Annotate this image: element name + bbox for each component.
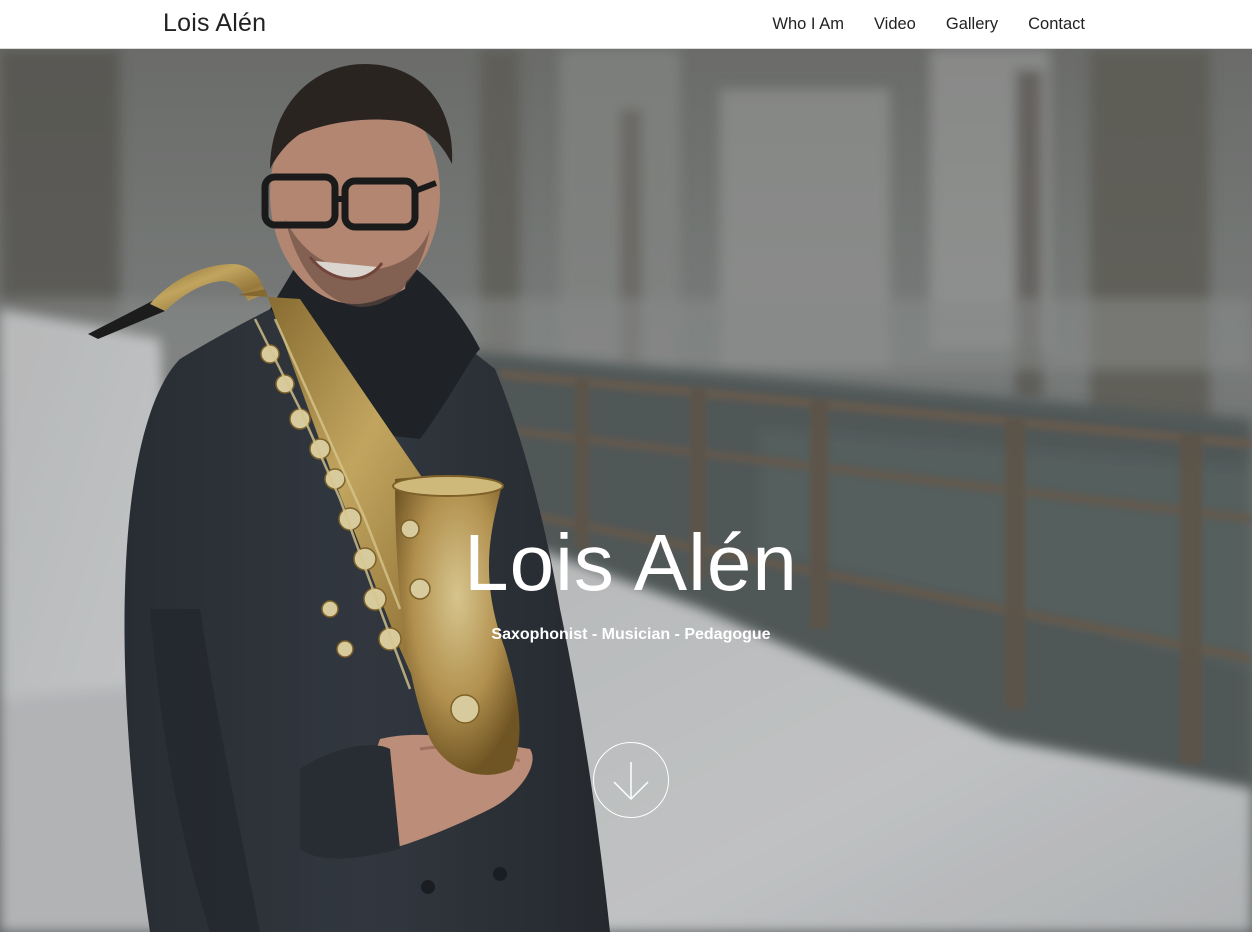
hero-subtitle: Saxophonist - Musician - Pedagogue (491, 626, 771, 643)
nav-links: Who I Am Video Gallery Contact (772, 0, 1085, 48)
nav-link-gallery[interactable]: Gallery (946, 15, 998, 34)
arrow-down-icon (613, 762, 649, 801)
nav-link-who-i-am[interactable]: Who I Am (772, 15, 844, 34)
hero-title: Lois Alén (464, 518, 798, 607)
brand-logo-text[interactable]: Lois Alén (163, 9, 266, 38)
scroll-down-button[interactable] (593, 742, 669, 818)
top-navbar: Lois Alén Who I Am Video Gallery Contact (0, 0, 1252, 49)
nav-link-video[interactable]: Video (874, 15, 916, 34)
nav-link-contact[interactable]: Contact (1028, 15, 1085, 34)
hero-section: Lois Alén Saxophonist - Musician - Pedag… (0, 49, 1252, 932)
